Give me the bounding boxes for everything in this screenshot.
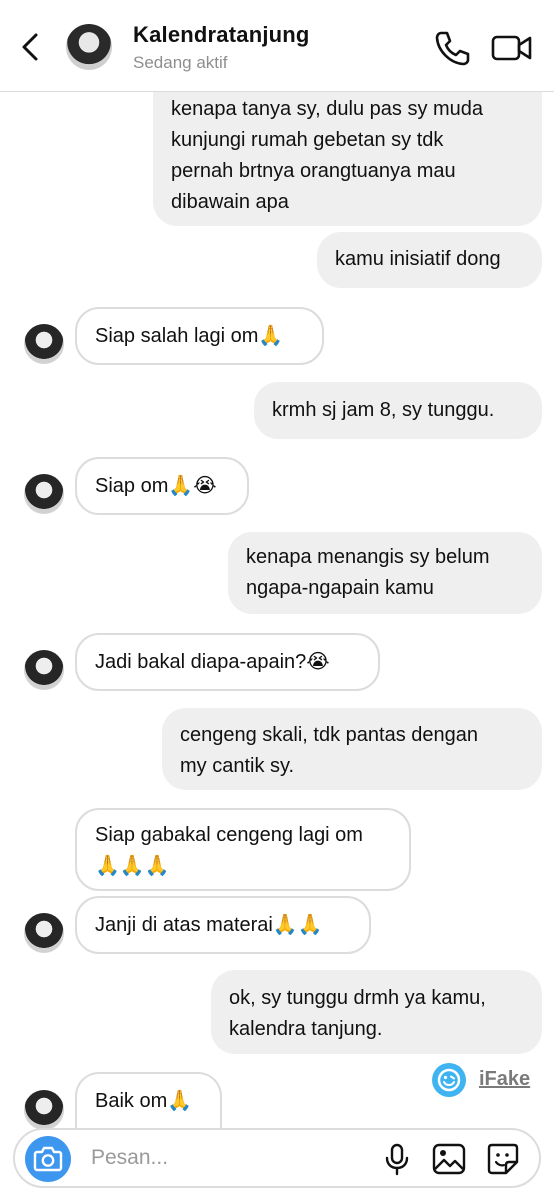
message-text: krmh sj jam 8, sy tunggu. — [272, 399, 495, 421]
contact-avatar — [24, 650, 64, 690]
message-composer[interactable]: Pesan... — [13, 1128, 541, 1188]
contact-name[interactable]: Kalendratanjung — [133, 22, 310, 48]
message-text: Siap om🙏😭 — [95, 475, 217, 497]
contact-avatar[interactable] — [66, 24, 112, 70]
message-text: my cantik sy. — [180, 755, 295, 777]
ifake-label: iFake — [479, 1068, 531, 1090]
message-incoming[interactable]: Janji di atas materai🙏🙏 — [75, 896, 371, 954]
message-text: kamu inisiatif dong — [335, 248, 501, 270]
message-text: Siap gabakal cengeng lagi om — [95, 824, 363, 846]
image-icon[interactable] — [432, 1142, 466, 1176]
message-outgoing[interactable]: kenapa menangis sy belum ngapa-ngapain k… — [228, 532, 542, 614]
message-text: Baik om🙏 — [95, 1090, 193, 1112]
message-incoming[interactable]: Baik om🙏 — [75, 1072, 222, 1128]
message-text: kalendra tanjung. — [229, 1018, 383, 1040]
contact-status: Sedang aktif — [133, 53, 228, 72]
sticker-icon[interactable] — [486, 1142, 520, 1176]
message-outgoing[interactable]: ok, sy tunggu drmh ya kamu, kalendra tan… — [211, 970, 542, 1054]
chevron-left-icon[interactable] — [16, 30, 46, 64]
message-outgoing[interactable]: krmh sj jam 8, sy tunggu. — [254, 382, 542, 439]
camera-button[interactable] — [25, 1136, 71, 1182]
ifake-watermark: iFake — [432, 1063, 542, 1097]
message-incoming[interactable]: Siap om🙏😭 — [75, 457, 249, 515]
contact-avatar — [24, 1090, 64, 1130]
message-text: kenapa menangis sy belum — [246, 546, 490, 568]
message-incoming[interactable]: Jadi bakal diapa-apain?😭 — [75, 633, 380, 691]
camera-icon — [33, 1146, 63, 1172]
message-text: kenapa tanya sy, dulu pas sy muda — [171, 98, 484, 120]
message-outgoing[interactable]: kamu inisiatif dong — [317, 232, 542, 288]
message-text: ok, sy tunggu drmh ya kamu, — [229, 987, 486, 1009]
contact-avatar — [24, 474, 64, 514]
message-text: pernah brtnya orangtuanya mau — [171, 160, 456, 182]
message-text: 🙏🙏🙏 — [95, 855, 170, 877]
message-text: kunjungi rumah gebetan sy tdk — [171, 129, 444, 151]
message-outgoing[interactable]: cengeng skali, tdk pantas dengan my cant… — [162, 708, 542, 790]
contact-avatar — [24, 324, 64, 364]
contact-avatar — [24, 913, 64, 953]
chat-header: Kalendratanjung Sedang aktif — [0, 0, 554, 92]
message-text: Jadi bakal diapa-apain?😭 — [95, 651, 330, 673]
message-input[interactable]: Pesan... — [91, 1146, 168, 1170]
phone-icon[interactable] — [432, 28, 472, 68]
microphone-icon[interactable] — [380, 1142, 414, 1176]
message-text: ngapa-ngapain kamu — [246, 577, 434, 599]
message-text: Janji di atas materai🙏🙏 — [95, 914, 323, 936]
message-outgoing[interactable]: kenapa tanya sy, dulu pas sy muda kunjun… — [153, 92, 542, 226]
video-camera-icon[interactable] — [490, 28, 534, 68]
message-incoming[interactable]: Siap gabakal cengeng lagi om 🙏🙏🙏 — [75, 808, 411, 891]
message-text: cengeng skali, tdk pantas dengan — [180, 724, 478, 746]
ifake-logo-icon — [432, 1063, 466, 1097]
message-text: dibawain apa — [171, 191, 289, 213]
message-text: Siap salah lagi om🙏 — [95, 325, 284, 347]
message-incoming[interactable]: Siap salah lagi om🙏 — [75, 307, 324, 365]
